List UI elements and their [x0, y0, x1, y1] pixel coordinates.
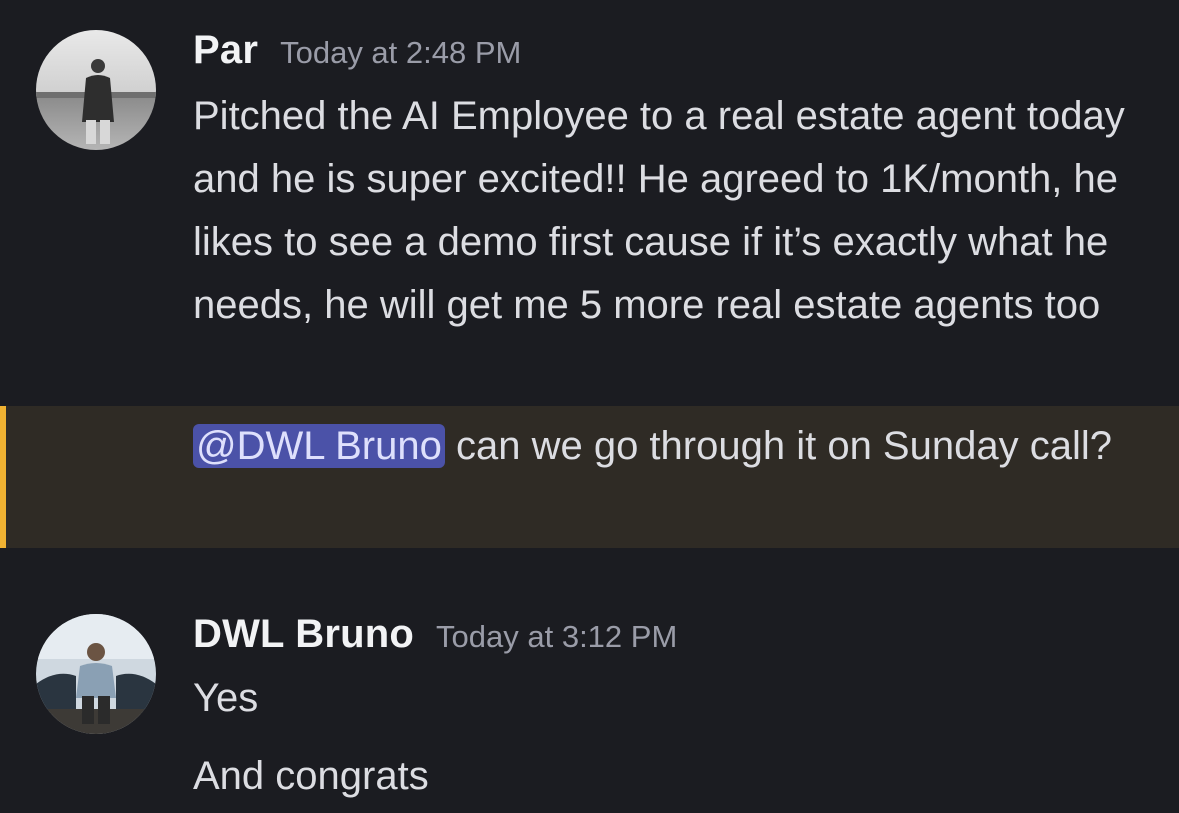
mention-text: can we go through it on Sunday call?	[444, 424, 1112, 468]
mention-line: @DWL Bruno can we go through it on Sunda…	[193, 415, 1153, 478]
message-text: Pitched the AI Employee to a real estate…	[193, 94, 1125, 327]
mention-indicator-bar	[0, 406, 6, 548]
chat-messages: Par Today at 2:48 PM Pitched the AI Emplo…	[0, 0, 1179, 813]
username[interactable]: DWL Bruno	[193, 612, 414, 656]
message-header: Par Today at 2:48 PM	[193, 28, 521, 73]
username[interactable]: Par	[193, 28, 258, 72]
avatar-dwl-bruno[interactable]	[36, 614, 156, 734]
avatar-par[interactable]	[36, 30, 156, 150]
mention-highlight: @DWL Bruno can we go through it on Sunda…	[0, 406, 1179, 548]
timestamp: Today at 3:12 PM	[436, 619, 678, 654]
message-text: And congrats	[193, 754, 429, 798]
user-photo-icon	[36, 614, 156, 734]
mention-chip[interactable]: @DWL Bruno	[193, 424, 445, 468]
timestamp: Today at 2:48 PM	[280, 35, 522, 70]
message-header: DWL Bruno Today at 3:12 PM	[193, 612, 677, 657]
user-photo-icon	[36, 30, 156, 150]
message-text: Yes	[193, 676, 259, 720]
